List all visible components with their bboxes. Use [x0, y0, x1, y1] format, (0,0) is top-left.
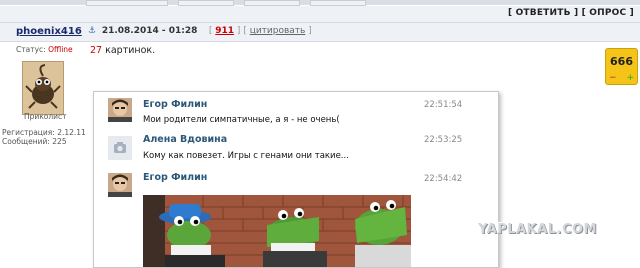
post-header: phoenix416 ⚓ 21.08.2014 - 01:28 [ 911 ] …: [0, 23, 640, 42]
picture-count: 27: [90, 45, 103, 56]
chat-avatar: [108, 98, 132, 122]
chat-message-text: Мои родители симпатичные, а я - не очень…: [143, 115, 340, 125]
chat-time: 22:54:42: [424, 174, 463, 184]
rate-down-button[interactable]: −: [609, 73, 617, 83]
author-stats: Регистрация: 2.12.11 Сообщений: 225: [2, 128, 86, 146]
post-text: 27 картинок.: [90, 45, 156, 56]
post-info: ⚓ 21.08.2014 - 01:28 [ 911 ] [ цитироват…: [88, 26, 312, 36]
post-number-link[interactable]: 911: [215, 26, 234, 36]
registration-date: Регистрация: 2.12.11: [2, 128, 86, 137]
chat-message-text: Кому как повезет. Игры с генами они таки…: [143, 151, 349, 161]
site-watermark: YAPLAKAL.COM: [478, 222, 597, 237]
rating-score: 666: [610, 55, 633, 68]
chat-sender-name: Егор Филин: [143, 172, 208, 183]
chat-photo: [143, 195, 411, 267]
quote-link[interactable]: цитировать: [250, 26, 306, 36]
status-badge: Offline: [48, 45, 73, 54]
anchor-icon[interactable]: ⚓: [88, 26, 96, 36]
message-count: Сообщений: 225: [2, 137, 67, 146]
reply-button[interactable]: [ ОТВЕТИТЬ ]: [508, 8, 578, 18]
avatar[interactable]: [22, 61, 64, 115]
author-panel: Статус: Offline Приколист Регистрация: 2…: [0, 41, 86, 260]
chat-time: 22:51:54: [424, 100, 463, 110]
author-username[interactable]: phoenix416: [16, 26, 82, 37]
post-date: 21.08.2014 - 01:28: [101, 26, 198, 36]
chat-time: 22:53:25: [424, 135, 463, 145]
chat-avatar: [108, 173, 132, 197]
rate-up-button[interactable]: +: [626, 73, 634, 83]
post-actions-bar: [ ОТВЕТИТЬ ] [ ОПРОС ]: [0, 6, 640, 23]
top-tabs-strip: [0, 0, 640, 6]
chat-sender-name: Егор Филин: [143, 99, 208, 110]
chat-avatar-placeholder: [108, 136, 132, 160]
post-rating: 666 − +: [605, 48, 638, 85]
author-status: Статус: Offline: [16, 45, 73, 54]
poll-button[interactable]: [ ОПРОС ]: [582, 8, 634, 18]
author-rank: Приколист: [24, 112, 67, 121]
chat-sender-name: Алена Вдовина: [143, 134, 228, 145]
chat-screenshot: Егор Филин 22:51:54 Мои родители симпати…: [93, 91, 499, 268]
